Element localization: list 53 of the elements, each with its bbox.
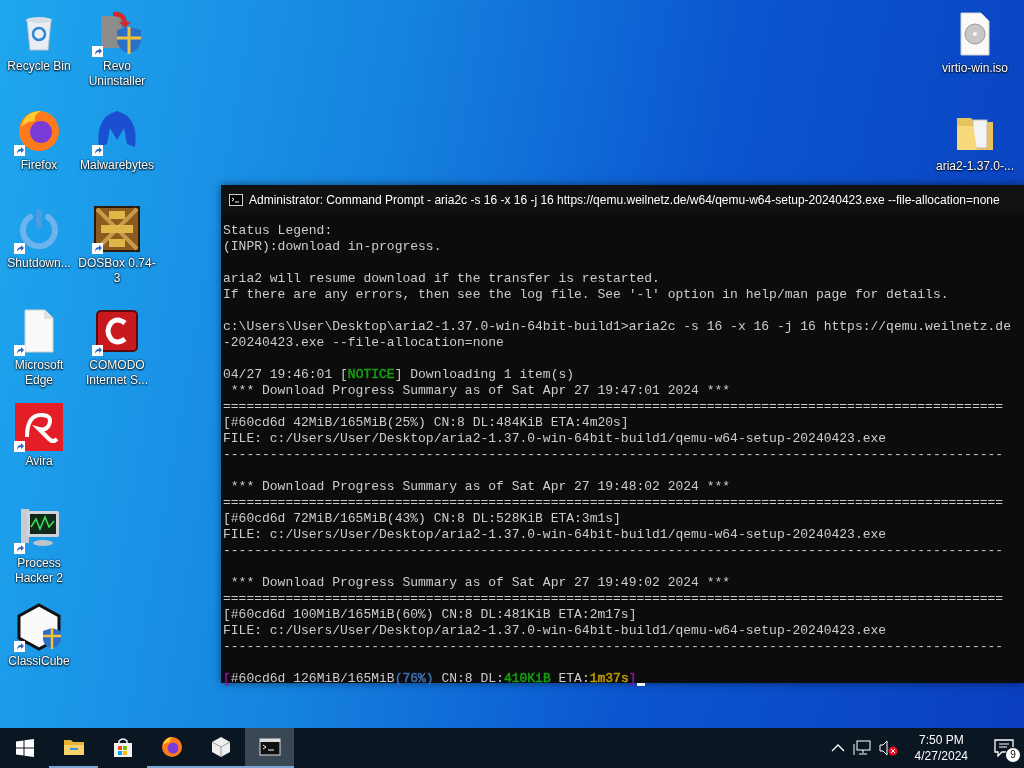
console-line: FILE: c:/Users/User/Desktop/aria2-1.37.0-win-64bit-build1/qemu-w64-setup-20240423.exe	[223, 431, 887, 447]
console-line: ----------------------------------------------------------------------------------------------------	[223, 543, 1004, 559]
console-line: [#60cd6d 100MiB/165MiB(60%) CN:8 DL:481KiB ETA:2m17s]	[223, 607, 637, 623]
umbrella-icon[interactable]	[15, 403, 63, 451]
icon-label[interactable]: Process Hacker 2	[0, 556, 79, 586]
console-line: FILE: c:/Users/User/Desktop/aria2-1.37.0-win-64bit-build1/qemu-w64-setup-20240423.exe	[223, 623, 887, 639]
network-icon[interactable]	[852, 740, 871, 756]
console-line: *** Download Progress Summary as of Sat Apr 27 19:49:02 2024 ***	[229, 575, 731, 591]
clock[interactable]: 7:50 PM 4/27/2024	[906, 732, 976, 764]
console-line: [#60cd6d 72MiB/165MiB(43%) CN:8 DL:528KiB ETA:3m1s]	[223, 511, 621, 527]
console-line: ====================================================================================================	[223, 399, 1004, 415]
console-line: [#60cd6d 126MiB/165MiB(76%) CN:8 DL:410KiB ETA:1m37s]	[223, 671, 637, 687]
console-line: 04/27 19:46:01 [NOTICE] Downloading 1 item(s)	[223, 367, 575, 383]
icon-label[interactable]: Revo Uninstaller	[77, 59, 157, 89]
chevron-up-icon[interactable]	[830, 743, 845, 753]
notification-button[interactable]: 9	[984, 728, 1024, 768]
c-tile-icon[interactable]	[93, 307, 141, 355]
console-line: *** Download Progress Summary as of Sat Apr 27 19:48:02 2024 ***	[229, 479, 731, 495]
console-line: ----------------------------------------------------------------------------------------------------	[223, 447, 1004, 463]
icon-label[interactable]: Malwarebytes	[77, 158, 157, 173]
icon-label[interactable]: virtio-win.iso	[935, 61, 1015, 76]
icon-label[interactable]: Firefox	[0, 158, 79, 173]
console-line: (INPR):download in-progress.	[223, 239, 442, 255]
crate-icon[interactable]	[93, 205, 141, 253]
speech-bubble-icon	[994, 739, 1014, 757]
console-line: aria2 will resume download if the transfer is restarted.	[223, 271, 660, 287]
windows-logo-icon	[15, 739, 34, 757]
console-line: [#60cd6d 42MiB/165MiB(25%) CN:8 DL:484KiB ETA:4m20s]	[223, 415, 629, 431]
browser-icon	[159, 735, 184, 759]
console-line: Status Legend:	[223, 223, 333, 239]
icon-label[interactable]: Shutdown...	[0, 256, 79, 271]
cube-icon[interactable]	[15, 603, 63, 651]
console-line: If there are any errors, then see the log file. See '-l' option in help/man page for details.	[223, 287, 949, 303]
icon-label[interactable]: Microsoft Edge	[0, 358, 79, 388]
icon-label[interactable]: Recycle Bin	[0, 59, 79, 74]
console-line: -20240423.exe --file-allocation=none	[223, 335, 504, 351]
window-title: Administrator: Command Prompt - aria2c -s 16 -x 16 -j 16 https://qemu.weilnetz.de/w64/qemu-w64-setup-20240423.exe --file-allocation=none	[249, 193, 1000, 207]
taskbar-button[interactable]	[245, 728, 294, 768]
console-line: c:\Users\User\Desktop\aria2-1.37.0-win-64bit-build1>aria2c -s 16 -x 16 -j 16 https://qemu.weilnetz.de	[223, 319, 1011, 335]
console-icon	[257, 735, 282, 759]
icon-label[interactable]: DOSBox 0.74-3	[77, 256, 157, 286]
console-line: ====================================================================================================	[223, 495, 1004, 511]
console-line: ----------------------------------------------------------------------------------------------------	[223, 639, 1004, 655]
console-icon	[229, 194, 243, 206]
icon-label[interactable]: ClassiCube	[0, 654, 79, 669]
icon-label[interactable]: Avira	[0, 454, 79, 469]
console-line: *** Download Progress Summary as of Sat Apr 27 19:47:01 2024 ***	[229, 383, 731, 399]
muted-speaker-icon[interactable]	[878, 740, 899, 756]
console-line: ====================================================================================================	[223, 591, 1004, 607]
console-line: FILE: c:/Users/User/Desktop/aria2-1.37.0-win-64bit-build1/qemu-w64-setup-20240423.exe	[223, 527, 887, 543]
icon-label[interactable]: COMODO Internet S...	[77, 358, 157, 388]
icon-label[interactable]: aria2-1.37.0-...	[935, 159, 1015, 174]
notification-count: 9	[1005, 747, 1021, 763]
